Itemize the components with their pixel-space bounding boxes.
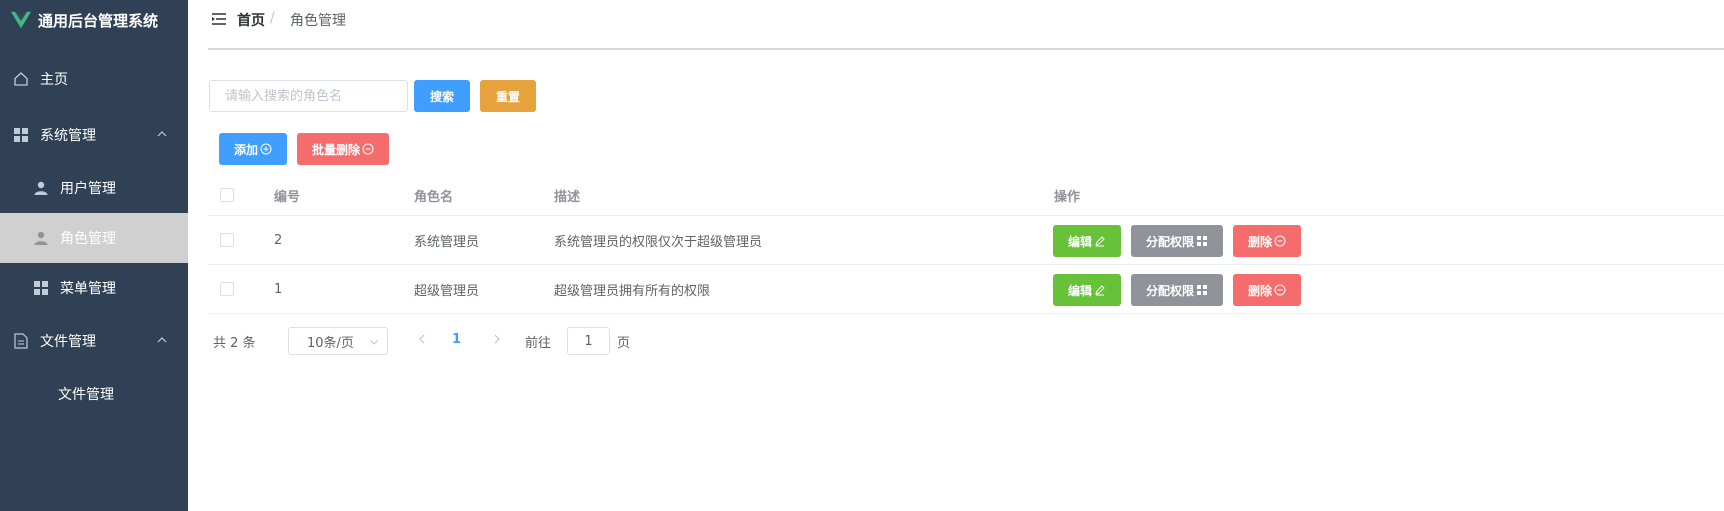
page-number[interactable]: 1	[452, 332, 461, 347]
hamburger-icon[interactable]	[212, 12, 226, 26]
next-page-icon[interactable]	[491, 333, 503, 345]
sidebar-item-label: 系统管理	[40, 128, 96, 144]
cell-description: 超级管理员拥有所有的权限	[554, 283, 711, 299]
navbar: 首页 / 角色管理	[208, 0, 1724, 50]
batch-delete-button[interactable]: 批量删除	[297, 133, 389, 165]
sidebar-item-file[interactable]: 文件管理	[0, 316, 188, 366]
grid-icon	[1197, 285, 1207, 295]
minus-circle-icon	[1274, 235, 1286, 247]
page-suffix: 页	[617, 336, 631, 351]
minus-circle-icon	[362, 143, 374, 155]
delete-button[interactable]: 删除	[1233, 225, 1301, 257]
select-all-checkbox[interactable]	[220, 188, 234, 202]
edit-button[interactable]: 编辑	[1053, 274, 1121, 306]
plus-circle-icon	[260, 143, 272, 155]
delete-button[interactable]: 删除	[1233, 274, 1301, 306]
user-icon	[32, 179, 50, 197]
row-checkbox[interactable]	[220, 233, 234, 247]
chevron-up-icon	[157, 131, 167, 137]
minus-circle-icon	[1274, 284, 1286, 296]
column-header-name: 角色名	[414, 189, 454, 205]
search-button[interactable]: 搜索	[414, 80, 470, 112]
edit-icon	[1095, 236, 1105, 247]
document-icon	[12, 332, 30, 350]
user-icon	[32, 229, 50, 247]
sidebar-item-home[interactable]: 主页	[0, 54, 188, 104]
column-header-id: 编号	[274, 189, 301, 205]
main-content: 首页 / 角色管理 搜索 重置 添加 批量删除 编号 角色名 描述 操作 2 系…	[188, 0, 1724, 511]
sidebar-item-users[interactable]: 用户管理	[0, 163, 188, 213]
cell-description: 系统管理员的权限仅次于超级管理员	[554, 234, 763, 250]
chevron-down-icon	[370, 340, 378, 345]
chevron-up-icon	[157, 337, 167, 343]
pagination-total: 共 2 条	[213, 336, 256, 351]
cell-id: 1	[274, 281, 283, 297]
sidebar-item-label: 菜单管理	[60, 281, 116, 297]
grid-icon	[1197, 236, 1207, 246]
prev-page-icon[interactable]	[416, 333, 428, 345]
column-header-actions: 操作	[1054, 189, 1081, 205]
breadcrumb-separator: /	[270, 10, 275, 26]
goto-label: 前往	[525, 336, 552, 351]
sidebar-item-label: 用户管理	[60, 181, 116, 197]
sidebar-item-menus[interactable]: 菜单管理	[0, 263, 188, 313]
breadcrumb-home[interactable]: 首页	[237, 10, 265, 30]
app-title: 通用后台管理系统	[38, 11, 159, 30]
reset-button[interactable]: 重置	[480, 80, 536, 112]
column-header-description: 描述	[554, 189, 581, 205]
search-input[interactable]	[209, 80, 408, 112]
sidebar: 通用后台管理系统 主页 系统管理 用户管理 角色管理 菜单管理 文件管理 文件管…	[0, 0, 188, 511]
logo[interactable]: 通用后台管理系统	[0, 0, 188, 40]
grid-icon	[12, 126, 30, 144]
sidebar-item-label: 角色管理	[60, 231, 116, 247]
edit-button[interactable]: 编辑	[1053, 225, 1121, 257]
pagination: 共 2 条 10条/页 1 前往 页	[208, 325, 808, 355]
vue-logo-icon	[10, 11, 32, 29]
table-row: 2 系统管理员 系统管理员的权限仅次于超级管理员 编辑 分配权限 删除	[208, 216, 1724, 265]
sidebar-item-label: 文件管理	[58, 387, 114, 403]
assign-permission-button[interactable]: 分配权限	[1131, 274, 1223, 306]
sidebar-item-roles[interactable]: 角色管理	[0, 213, 188, 263]
roles-table: 编号 角色名 描述 操作 2 系统管理员 系统管理员的权限仅次于超级管理员 编辑…	[208, 175, 1724, 314]
row-checkbox[interactable]	[220, 282, 234, 296]
sidebar-item-label: 文件管理	[40, 334, 96, 350]
edit-icon	[1095, 285, 1105, 296]
sidebar-item-system[interactable]: 系统管理	[0, 110, 188, 160]
sidebar-item-label: 主页	[40, 72, 68, 88]
page-size-select[interactable]: 10条/页	[288, 327, 388, 355]
cell-name: 超级管理员	[414, 283, 480, 299]
breadcrumb-current: 角色管理	[290, 13, 346, 29]
page-jump-input[interactable]	[567, 327, 610, 355]
cell-name: 系统管理员	[414, 234, 480, 250]
table-row: 1 超级管理员 超级管理员拥有所有的权限 编辑 分配权限 删除	[208, 265, 1724, 314]
table-header-row: 编号 角色名 描述 操作	[208, 175, 1724, 216]
cell-id: 2	[274, 232, 283, 248]
add-button[interactable]: 添加	[219, 133, 287, 165]
assign-permission-button[interactable]: 分配权限	[1131, 225, 1223, 257]
sidebar-item-file-mgmt[interactable]: 文件管理	[0, 369, 188, 419]
home-icon	[12, 70, 30, 88]
grid-icon	[32, 279, 50, 297]
